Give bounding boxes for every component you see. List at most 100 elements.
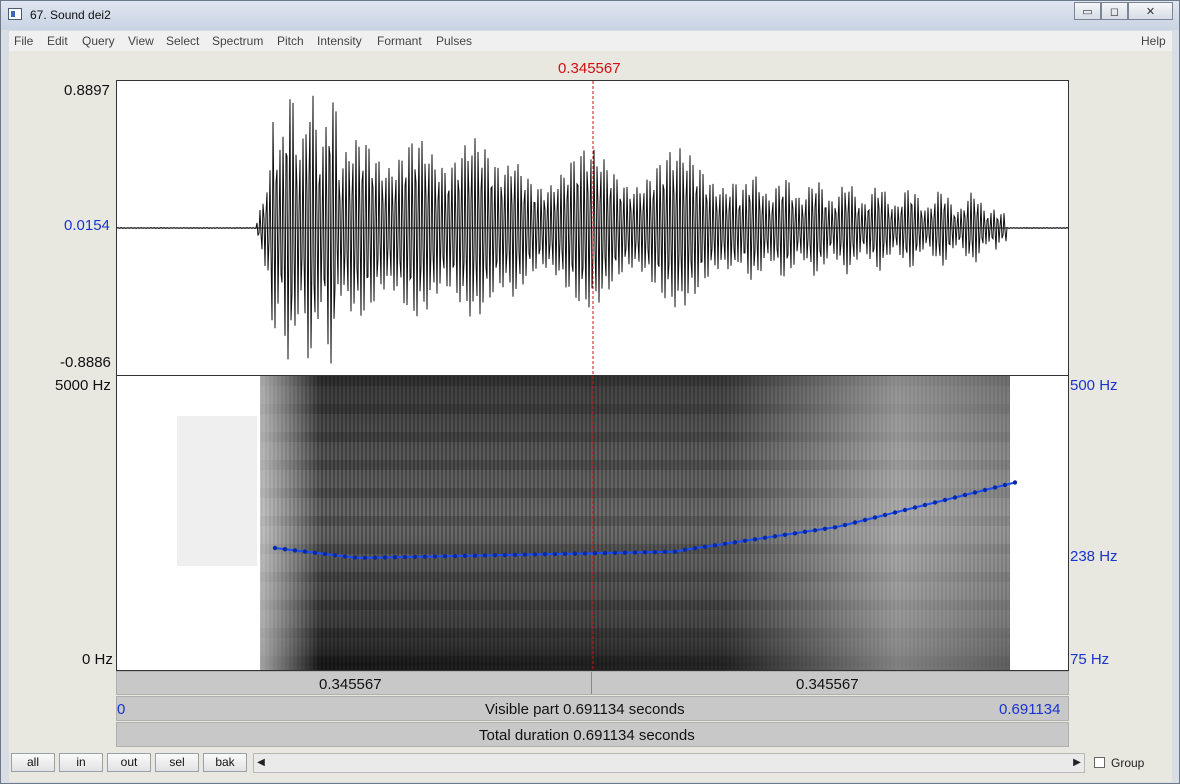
- minimize-button[interactable]: ▭: [1074, 2, 1101, 20]
- left-segment-duration: 0.345567: [319, 676, 382, 693]
- menu-pitch[interactable]: Pitch: [277, 34, 304, 48]
- pitch-point: [912, 505, 918, 510]
- scroll-left-icon[interactable]: ◀: [254, 754, 268, 772]
- menu-intensity[interactable]: Intensity: [317, 34, 362, 48]
- pitch-point: [642, 550, 648, 555]
- app-icon: [8, 8, 22, 20]
- visible-start-label: 0: [117, 701, 126, 718]
- menu-file[interactable]: File: [14, 34, 33, 48]
- pitch-point: [322, 551, 328, 557]
- total-duration-label: Total duration 0.691134 seconds: [479, 727, 695, 744]
- pitch-point: [722, 541, 728, 546]
- zoom-in-button[interactable]: in: [59, 753, 103, 772]
- pitch-point: [852, 520, 858, 525]
- pitch-point: [972, 490, 978, 495]
- menu-select[interactable]: Select: [166, 34, 199, 48]
- pitch-point: [712, 543, 718, 548]
- pitch-point: [752, 537, 758, 542]
- pitch-point: [382, 555, 388, 560]
- pitch-point: [442, 554, 448, 559]
- pitch-point: [512, 552, 518, 558]
- pitch-point: [522, 552, 528, 557]
- pitch-point: [352, 555, 358, 560]
- pitch-point: [572, 551, 578, 556]
- spectrogram-bottom-freq: 0 Hz: [82, 651, 113, 668]
- pitch-point: [702, 544, 708, 549]
- pitch-point: [492, 553, 498, 558]
- pitch-point: [682, 547, 688, 552]
- pitch-point: [962, 492, 968, 498]
- zoom-back-button[interactable]: bak: [203, 753, 247, 772]
- pitch-axis-top: 500 Hz: [1070, 377, 1118, 394]
- pitch-point: [1002, 482, 1008, 488]
- pitch-point: [892, 510, 898, 515]
- pitch-point: [312, 550, 318, 555]
- visible-end-label: 0.691134: [999, 701, 1061, 718]
- group-checkbox[interactable]: [1094, 757, 1105, 768]
- pitch-point: [982, 487, 988, 493]
- pitch-axis-mid: 238 Hz: [1070, 548, 1118, 565]
- pitch-point: [332, 553, 338, 558]
- zoom-out-button[interactable]: out: [107, 753, 151, 772]
- pitch-point: [862, 517, 868, 523]
- right-segment-duration: 0.345567: [796, 676, 859, 693]
- pitch-point: [1012, 480, 1018, 485]
- pitch-point: [872, 515, 878, 520]
- waveform-panel[interactable]: [116, 80, 1069, 376]
- title-bar[interactable]: 67. Sound dei2 ▭ ◻ ✕: [1, 1, 1179, 30]
- pitch-point: [282, 547, 288, 552]
- pitch-point: [472, 553, 478, 558]
- pitch-point: [412, 554, 418, 560]
- pitch-point: [302, 549, 308, 554]
- pitch-point: [422, 554, 428, 559]
- pitch-point: [542, 552, 548, 557]
- pitch-point: [392, 555, 398, 560]
- menu-formant[interactable]: Formant: [377, 34, 422, 48]
- menu-spectrum[interactable]: Spectrum: [212, 34, 263, 48]
- pitch-point: [672, 549, 678, 554]
- menu-query[interactable]: Query: [82, 34, 115, 48]
- pitch-point: [662, 549, 668, 555]
- pitch-point: [952, 495, 958, 500]
- maximize-button[interactable]: ◻: [1101, 2, 1128, 20]
- pitch-point: [742, 538, 748, 543]
- zoom-selection-button[interactable]: sel: [155, 753, 199, 772]
- menu-bar: File Edit Query View Select Spectrum Pit…: [9, 31, 1172, 51]
- pitch-point: [732, 540, 738, 545]
- scroll-right-icon[interactable]: ▶: [1070, 754, 1084, 772]
- menu-edit[interactable]: Edit: [47, 34, 68, 48]
- group-label: Group: [1111, 756, 1145, 770]
- spectrogram-top-freq: 5000 Hz: [55, 377, 111, 394]
- selection-time-bar[interactable]: [116, 671, 1069, 695]
- pitch-point: [292, 548, 298, 553]
- pitch-point: [452, 553, 458, 559]
- pitch-point: [362, 555, 368, 561]
- waveform-ymin-label: -0.8886: [60, 354, 111, 371]
- menu-view[interactable]: View: [128, 34, 154, 48]
- pitch-point: [882, 512, 888, 518]
- pitch-point: [942, 497, 948, 503]
- pitch-point: [822, 526, 828, 531]
- pitch-point: [592, 551, 598, 556]
- pitch-axis-bottom: 75 Hz: [1070, 651, 1110, 668]
- zoom-all-button[interactable]: all: [11, 753, 55, 772]
- spectrogram-panel[interactable]: [116, 376, 1069, 671]
- close-button[interactable]: ✕: [1128, 2, 1173, 20]
- pitch-point: [792, 531, 798, 536]
- pitch-point: [502, 552, 508, 558]
- cursor-time-label: 0.345567: [558, 60, 621, 77]
- pitch-point: [612, 550, 618, 556]
- pitch-point: [772, 534, 778, 539]
- menu-pulses[interactable]: Pulses: [436, 34, 472, 48]
- window-title: 67. Sound dei2: [30, 8, 111, 22]
- horizontal-scrollbar[interactable]: ◀ ▶: [253, 753, 1085, 773]
- pitch-point: [562, 551, 568, 557]
- pitch-point: [802, 529, 808, 534]
- pitch-point: [652, 549, 658, 555]
- praat-sound-window: 67. Sound dei2 ▭ ◻ ✕ File Edit Query Vie…: [0, 0, 1180, 784]
- menu-help[interactable]: Help: [1141, 34, 1166, 48]
- pitch-point: [622, 550, 628, 555]
- visible-part-label: Visible part 0.691134 seconds: [485, 701, 685, 718]
- pitch-point: [812, 528, 818, 533]
- pitch-point: [552, 551, 558, 557]
